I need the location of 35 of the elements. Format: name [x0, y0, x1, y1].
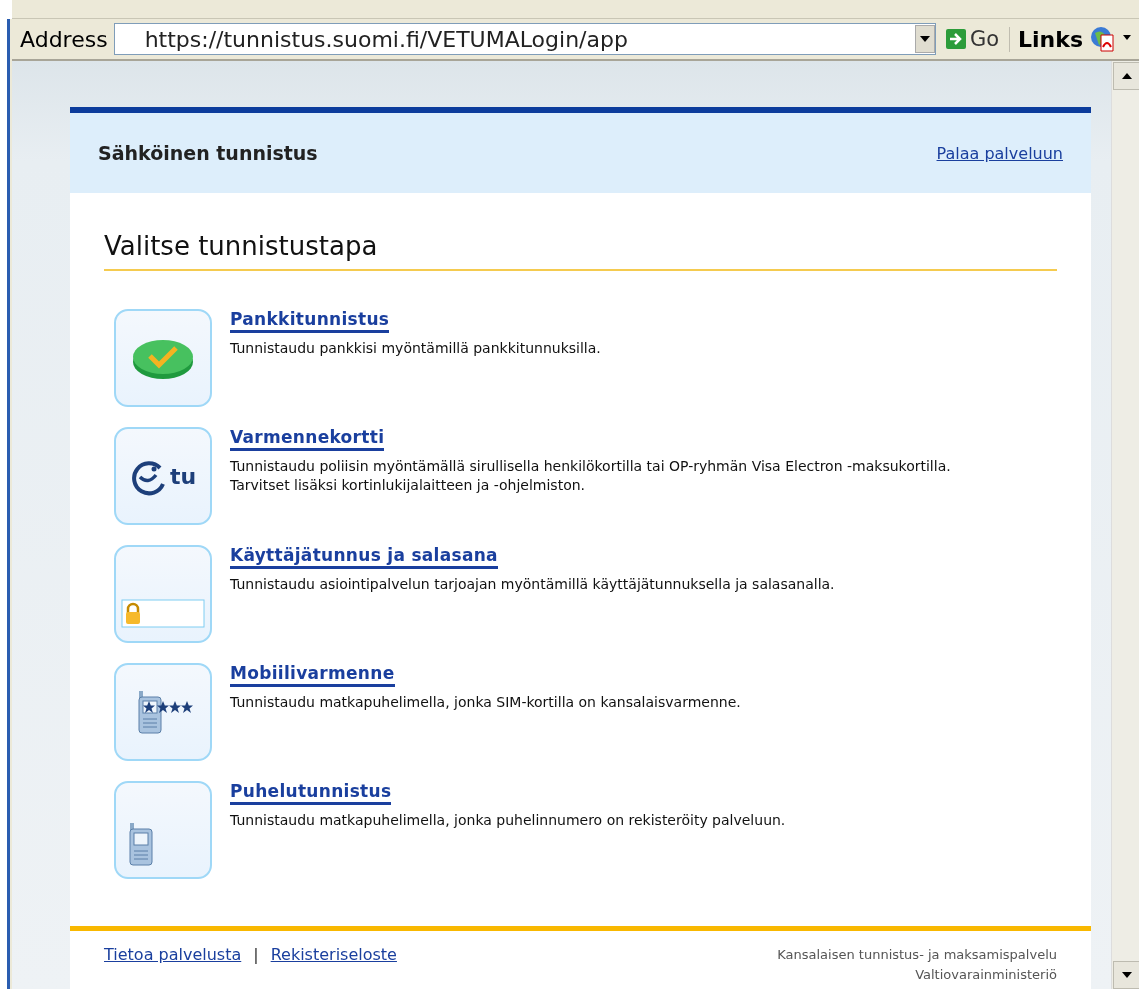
footer-text: Valtiovarainministeriö [914, 966, 1057, 984]
method-description: Tunnistaudu pankkisi myöntämillä pankkitunnuksilla. [230, 339, 601, 358]
scroll-down-icon[interactable] [1113, 961, 1139, 989]
back-link[interactable]: Palaa palveluun [936, 143, 1063, 163]
page-heading: Valitse tunnistustapa [104, 231, 1057, 271]
logo-text: tu [169, 463, 197, 489]
separator: | [253, 945, 259, 964]
site-title: Sähköinen tunnistus [98, 142, 318, 164]
go-button[interactable]: Go [941, 27, 1004, 51]
method-tile[interactable] [114, 309, 212, 407]
phone-password-icon [138, 690, 194, 734]
method-description: Tunnistaudu matkapuhelimella, jonka SIM-kortilla on kansalaisvarmenne. [230, 693, 741, 712]
scroll-up-icon[interactable] [1113, 62, 1139, 90]
method-description: Tunnistaudu poliisin myöntämällä sirullisella henkilökortilla tai OP-ryhmän Visa Electron -maksukortilla. Tarvitset lisäksi kortinlukijalaitteen ja -ohjelmiston. [230, 457, 952, 495]
method-link[interactable]: Käyttäjätunnus ja salasana [230, 545, 498, 569]
mobile-phone-icon [129, 821, 153, 867]
method-link[interactable]: Pankkitunnistus [230, 309, 390, 333]
address-field[interactable]: https://tunnistus.suomi.fi/VETUMALogin/app [113, 23, 936, 55]
footer-text: Kansalaisen tunnistus- ja maksamispalvelu [777, 946, 1057, 964]
method-tile[interactable] [114, 545, 212, 643]
method-link[interactable]: Puhelutunnistus [230, 781, 392, 805]
dropdown-icon[interactable] [914, 25, 935, 53]
address-label: Address [20, 26, 108, 52]
method-link[interactable]: Mobiilivarmenne [230, 663, 395, 687]
footer-link[interactable]: Rekisteriseloste [270, 945, 397, 964]
method-tile[interactable]: tu [114, 427, 212, 525]
footer-link[interactable]: Tietoa palvelusta [104, 945, 242, 964]
method-link[interactable]: Varmennekortti [230, 427, 385, 451]
globe-pdf-icon[interactable] [1089, 25, 1133, 53]
method-tile[interactable] [114, 663, 212, 761]
password-field-icon [121, 599, 205, 629]
links-label[interactable]: Links [1009, 26, 1083, 52]
method-tile[interactable] [114, 781, 212, 879]
method-description: Tunnistaudu asiointipalvelun tarjoajan myöntämillä käyttäjätunnuksella ja salasanalla. [230, 575, 835, 594]
method-description: Tunnistaudu matkapuhelimella, jonka puhelinnumero on rekisteröity palveluun. [230, 811, 786, 830]
